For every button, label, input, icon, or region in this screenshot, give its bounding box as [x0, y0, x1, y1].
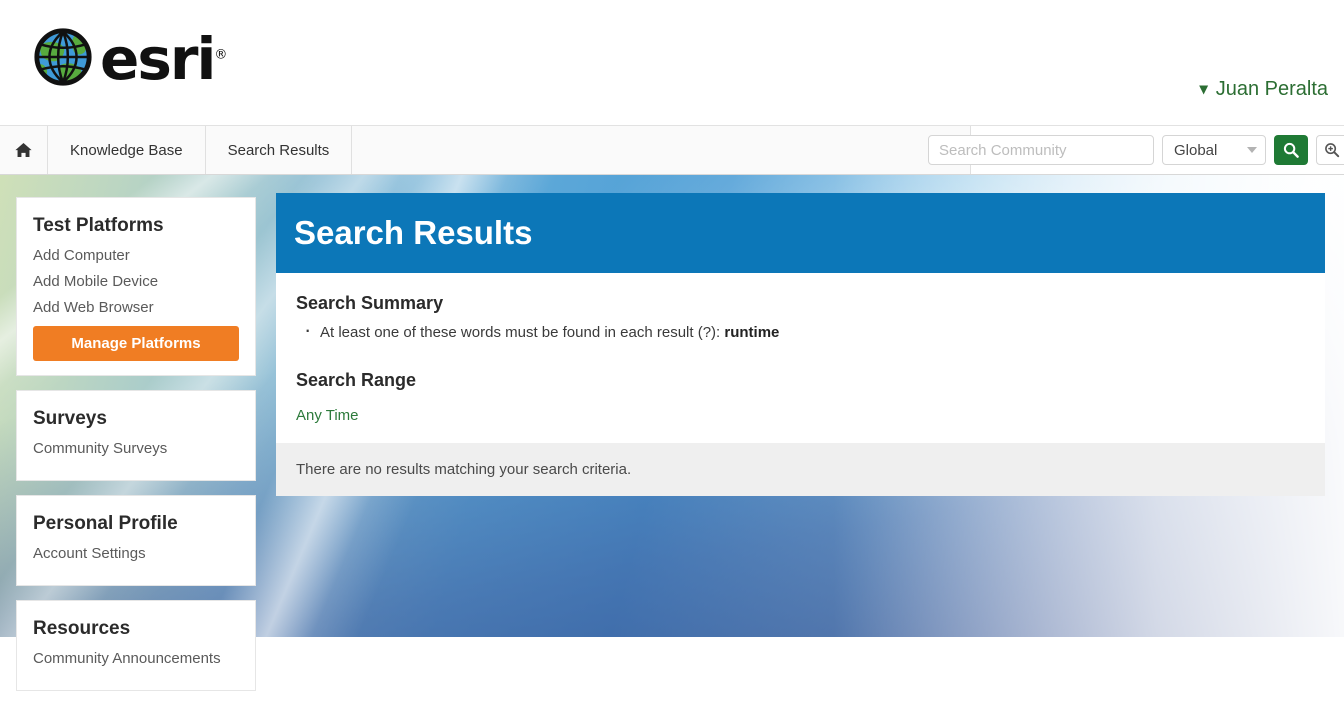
no-results-text: There are no results matching your searc…	[296, 461, 632, 478]
advanced-search-icon	[1325, 143, 1340, 158]
esri-wordmark: esri®	[100, 25, 228, 93]
nav-item-label: Knowledge Base	[70, 141, 183, 159]
navigation-bar: Knowledge Base Search Results Global	[0, 126, 1344, 175]
sidebar-card-test-platforms: Test Platforms Add Computer Add Mobile D…	[16, 197, 256, 376]
search-bar: Global	[928, 126, 1344, 174]
search-scope-select[interactable]: Global	[1162, 135, 1266, 165]
sidebar-card-personal-profile: Personal Profile Account Settings	[16, 495, 256, 586]
advanced-search-button[interactable]	[1316, 135, 1344, 165]
site-header: esri® ▾ Juan Peralta	[0, 0, 1344, 126]
sidebar-link-community-announcements[interactable]: Community Announcements	[33, 650, 239, 667]
sidebar-link-add-mobile-device[interactable]: Add Mobile Device	[33, 273, 239, 290]
search-icon	[1283, 142, 1299, 158]
search-submit-button[interactable]	[1274, 135, 1308, 165]
page-title: Search Results	[294, 214, 533, 251]
sidebar-card-title: Personal Profile	[33, 513, 178, 534]
nav-item-search-results[interactable]: Search Results	[206, 126, 353, 174]
sidebar-link-community-surveys[interactable]: Community Surveys	[33, 440, 239, 457]
sidebar-link-add-web-browser[interactable]: Add Web Browser	[33, 299, 239, 316]
user-menu[interactable]: ▾ Juan Peralta	[1200, 78, 1328, 101]
nav-spacer	[352, 126, 972, 174]
nav-item-knowledge-base[interactable]: Knowledge Base	[48, 126, 206, 174]
main-content: Search Results Search Summary At least o…	[276, 193, 1325, 496]
esri-globe-icon	[34, 28, 92, 86]
search-scope-value: Global	[1174, 141, 1218, 159]
esri-logo[interactable]: esri®	[32, 26, 227, 88]
nav-home-button[interactable]	[0, 126, 48, 174]
nav-item-label: Search Results	[227, 141, 330, 159]
no-results-message: There are no results matching your searc…	[276, 443, 1325, 496]
search-range-link[interactable]: Any Time	[296, 407, 359, 424]
search-summary-heading: Search Summary	[296, 293, 444, 313]
search-input[interactable]	[928, 135, 1154, 165]
sidebar-card-resources: Resources Community Announcements	[16, 600, 256, 691]
sidebar-card-surveys: Surveys Community Surveys	[16, 390, 256, 481]
chevron-down-icon	[1247, 147, 1257, 153]
sidebar-link-add-computer[interactable]: Add Computer	[33, 247, 239, 264]
home-icon	[15, 143, 32, 157]
breadcrumb: Knowledge Base Search Results	[0, 126, 972, 174]
sidebar: Test Platforms Add Computer Add Mobile D…	[16, 197, 256, 705]
search-summary-list: At least one of these words must be foun…	[296, 319, 1305, 344]
search-range-heading: Search Range	[296, 370, 417, 390]
chevron-down-icon: ▾	[1199, 80, 1208, 98]
user-name-label: Juan Peralta	[1215, 78, 1328, 100]
search-details-panel: Search Summary At least one of these wor…	[276, 273, 1325, 443]
page-banner: Search Results	[276, 193, 1325, 273]
sidebar-link-account-settings[interactable]: Account Settings	[33, 545, 239, 562]
sidebar-card-title: Surveys	[33, 408, 107, 429]
manage-platforms-button[interactable]: Manage Platforms	[33, 326, 239, 361]
search-summary-item: At least one of these words must be foun…	[296, 319, 1305, 344]
search-summary-text: At least one of these words must be foun…	[320, 324, 725, 341]
sidebar-card-title: Test Platforms	[33, 215, 164, 236]
search-summary-term: runtime	[724, 324, 780, 341]
